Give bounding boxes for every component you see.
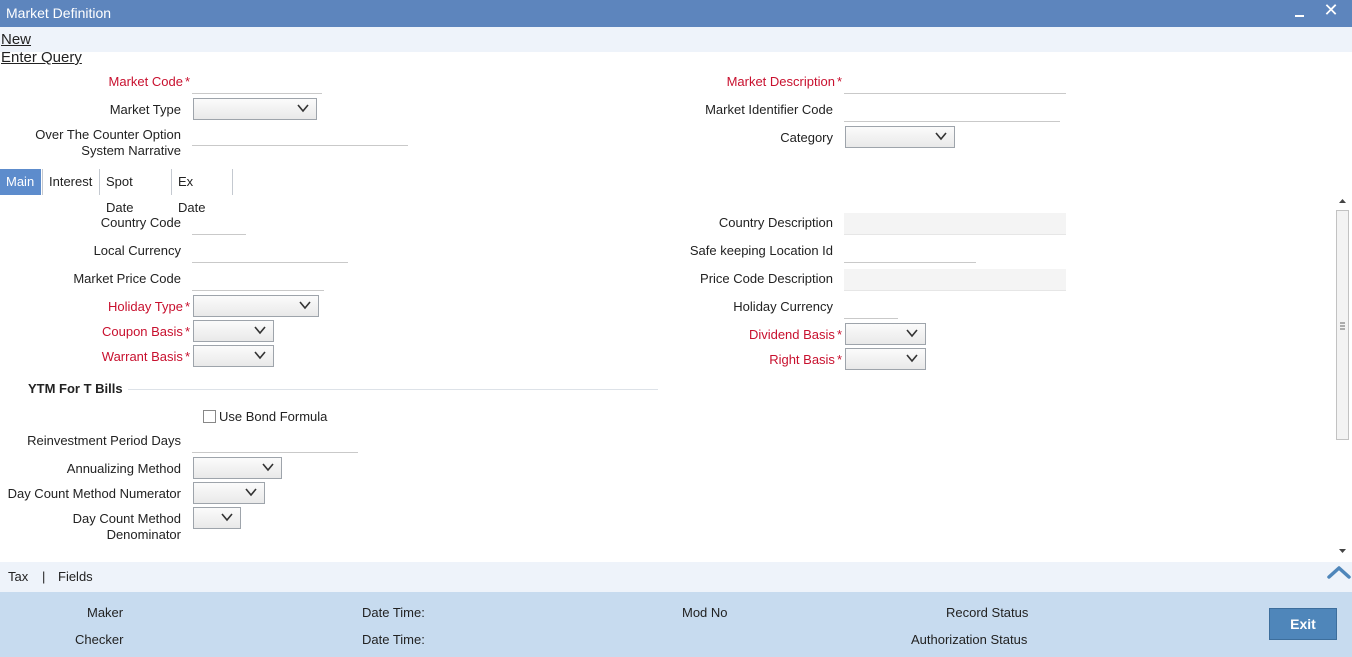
reinvestment-period-label: Reinvestment Period Days: [27, 433, 181, 448]
market-code-label: Market Code *: [108, 74, 190, 89]
tab-spot-date[interactable]: Spot Date: [100, 169, 139, 215]
price-code-description-label: Price Code Description: [700, 271, 833, 286]
scrollbar-thumb[interactable]: [1336, 210, 1349, 440]
maker-date-time-label: Date Time:: [362, 605, 425, 620]
right-basis-label: Right Basis *: [769, 352, 842, 367]
holiday-type-label: Holiday Type *: [108, 299, 190, 314]
day-count-denominator-label: Day Count Method Denominator: [72, 511, 181, 542]
fields-link[interactable]: Fields: [58, 569, 93, 584]
audit-panel: Maker Checker Date Time: Date Time: Mod …: [0, 592, 1352, 657]
maker-label: Maker: [87, 605, 124, 620]
chevron-down-icon: [298, 298, 312, 312]
holiday-currency-input[interactable]: [844, 297, 898, 319]
warrant-basis-label: Warrant Basis *: [101, 349, 190, 364]
chevron-down-icon: [905, 351, 919, 365]
chevron-down-icon: [253, 348, 267, 362]
country-description-label: Country Description: [718, 215, 833, 230]
section-divider: [128, 389, 658, 390]
chevron-down-icon: [253, 323, 267, 337]
ytm-section-heading: YTM For T Bills: [28, 381, 123, 396]
coupon-basis-label: Coupon Basis *: [101, 324, 190, 339]
otc-narrative-input[interactable]: [192, 124, 408, 146]
exit-button[interactable]: Exit: [1269, 608, 1337, 640]
authorization-status-label: Authorization Status: [911, 632, 1028, 647]
mod-no-label: Mod No: [682, 605, 728, 620]
chevron-down-icon: [296, 101, 310, 115]
chevron-down-icon: [934, 129, 948, 143]
coupon-basis-select[interactable]: [193, 320, 274, 342]
footer-links-bar: Tax | Fields: [0, 562, 1352, 592]
checker-date-time-label: Date Time:: [362, 632, 425, 647]
right-basis-select[interactable]: [845, 348, 926, 370]
dividend-basis-select[interactable]: [845, 323, 926, 345]
country-code-label: Country Code: [100, 215, 181, 230]
tab-main[interactable]: Main: [0, 169, 41, 195]
market-price-code-label: Market Price Code: [73, 271, 181, 286]
window-title: Market Definition: [6, 5, 112, 21]
action-toolbar: [0, 27, 1352, 52]
category-label: Category: [780, 130, 833, 145]
close-icon[interactable]: ✕: [1322, 1, 1340, 19]
otc-narrative-label: Over The Counter Option System Narrative: [35, 127, 181, 158]
mic-input[interactable]: [844, 100, 1060, 122]
annualizing-method-select[interactable]: [193, 457, 282, 479]
vertical-scrollbar[interactable]: [1334, 194, 1351, 558]
scroll-up-icon[interactable]: [1334, 194, 1351, 208]
link-separator: |: [42, 569, 46, 584]
reinvestment-period-input[interactable]: [192, 431, 358, 453]
holiday-type-select[interactable]: [193, 295, 319, 317]
dividend-basis-label: Dividend Basis *: [748, 327, 842, 342]
day-count-denominator-select[interactable]: [193, 507, 241, 529]
tab-ex-date[interactable]: Ex Date: [172, 169, 211, 215]
chevron-down-icon: [905, 326, 919, 340]
use-bond-formula-label: Use Bond Formula: [219, 409, 328, 424]
country-code-input[interactable]: [192, 213, 246, 235]
day-count-numerator-label: Day Count Method Numerator: [7, 486, 181, 501]
new-link[interactable]: New: [1, 31, 31, 48]
scroll-down-icon[interactable]: [1334, 544, 1351, 558]
warrant-basis-select[interactable]: [193, 345, 274, 367]
chevron-down-icon: [261, 460, 275, 474]
record-status-label: Record Status: [946, 605, 1029, 620]
local-currency-label: Local Currency: [93, 243, 181, 258]
mic-label: Market Identifier Code: [705, 102, 833, 117]
market-type-label: Market Type: [109, 102, 181, 117]
enter-query-link[interactable]: Enter Query: [1, 49, 82, 66]
price-code-description-input: [844, 269, 1066, 291]
safekeeping-location-label: Safe keeping Location Id: [689, 243, 833, 258]
chevron-down-icon: [220, 510, 234, 524]
market-description-label: Market Description *: [726, 74, 842, 89]
holiday-currency-label: Holiday Currency: [733, 299, 833, 314]
annualizing-method-label: Annualizing Method: [66, 461, 181, 476]
tab-separator: [232, 169, 233, 195]
market-code-input[interactable]: [192, 72, 322, 94]
category-select[interactable]: [845, 126, 955, 148]
market-type-select[interactable]: [193, 98, 317, 120]
minimize-icon[interactable]: [1291, 5, 1307, 21]
window-titlebar: Market Definition ✕: [0, 0, 1352, 27]
tax-link[interactable]: Tax: [8, 569, 28, 584]
chevron-up-icon[interactable]: [1326, 563, 1352, 581]
market-description-input[interactable]: [844, 72, 1066, 94]
tab-interest[interactable]: Interest: [43, 169, 98, 195]
local-currency-input[interactable]: [192, 241, 348, 263]
market-price-code-input[interactable]: [192, 269, 324, 291]
country-description-input: [844, 213, 1066, 235]
checker-label: Checker: [75, 632, 124, 647]
day-count-numerator-select[interactable]: [193, 482, 265, 504]
chevron-down-icon: [244, 485, 258, 499]
safekeeping-location-input[interactable]: [844, 241, 976, 263]
use-bond-formula-checkbox[interactable]: [203, 410, 216, 423]
